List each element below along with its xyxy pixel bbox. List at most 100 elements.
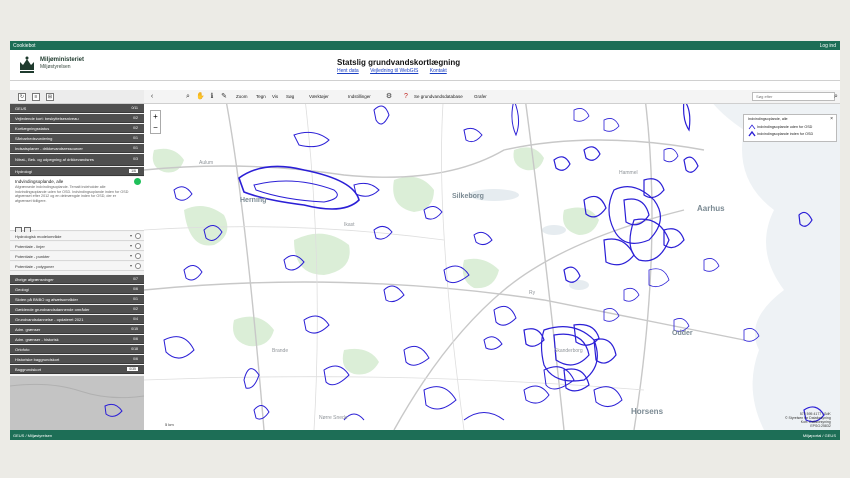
layer-active-toggle[interactable] [134,178,141,185]
tool-graphs[interactable]: Grafer [474,94,487,99]
town-label: Hammel [619,170,638,176]
layer-group-row[interactable]: Sårbarhedsvurdering 0/1 [10,134,144,143]
chevron-down-icon: ▾ [129,243,132,248]
city-label-aarhus: Aarhus [697,204,725,213]
town-label: Ikast [344,222,355,228]
city-label-silkeborg: Silkeborg [452,193,484,200]
town-label: Ry [529,290,536,296]
tool-search[interactable]: Søg [286,94,294,99]
expand-icon[interactable]: ⊞ [46,93,54,101]
legend-item-inside-osd: Indvindingsoplande inden for OSD [757,132,814,136]
info-icon[interactable]: ℹ [208,93,216,101]
map-layer [143,89,840,431]
help-icon[interactable]: ? [402,93,410,101]
search-input[interactable]: Søg efter [752,92,835,101]
legend-title: Indvindingsoplande, alle [748,117,788,121]
app-window: Cookiebot Log ind Miljøministeriet Miljø… [10,41,840,440]
map-attribution: 575 595 4177 / SdK © Styrelsen for Dataf… [785,412,831,428]
layer-group-row[interactable]: Øvrige afgrænsninger 0/7 [10,275,144,284]
layer-group-row[interactable]: Baggrundskort 0/35 [10,365,144,374]
overview-map-layer [10,376,145,430]
search-icon[interactable]: ⌕ [832,93,840,101]
layer-toggle[interactable] [135,263,141,269]
org-name: Miljøministeriet [40,57,85,63]
layer-group-row[interactable]: Historiske baggrundskort 0/6 [10,355,144,364]
refresh-icon[interactable]: ↻ [18,93,26,101]
legend-line-icon [748,124,756,130]
layer-group-row[interactable]: Nitrat-, Bek. og udpegning af drikkevand… [10,154,144,166]
header: Miljøministeriet Miljøstyrelsen Statslig… [10,50,840,81]
tool-groundwater-db[interactable]: Se grundvandsdatabase [414,94,463,99]
layer-group-row[interactable]: Grundvandsdannelse - opdateret 2021 0/4 [10,315,144,324]
zoom-out-button[interactable]: − [151,122,160,133]
layer-group-row[interactable]: Adm. grænser 0/15 [10,325,144,334]
layer-group-row[interactable]: Geologi 0/6 [10,285,144,294]
page-title: Statslig grundvandskortlægning [337,58,461,67]
town-label: Aulum [199,160,214,166]
legend-line-icon [748,131,756,137]
close-icon[interactable]: × [830,116,833,122]
map-toolbar: ‹ ⌕ ✋ ℹ ✎ Zoom Tegn Vis Søg Værktøjer In… [144,90,840,104]
tool-tools[interactable]: Værktøjer [309,94,329,99]
crown-logo-icon [20,56,34,73]
city-label-odder: Odder [672,330,693,337]
layer-group-row[interactable]: Indsatsplaner - drikkevandsressourcer 0/1 [10,144,144,153]
header-links: Hent data Vejledning til WebGIS Kontakt [337,68,457,74]
draw-pen-icon[interactable]: ✎ [220,93,228,101]
footer-right: Miljøportal / GEUS [802,433,836,438]
layer-group-row[interactable]: Adm. grænser - historisk 0/6 [10,335,144,344]
layer-description: Afgrænsede indvindingsoplande. Temalt in… [15,185,129,203]
tool-view[interactable]: Vis [272,94,278,99]
layer-group-row[interactable]: GEUS 0/11 [10,104,144,113]
tool-settings[interactable]: Indstillinger [348,94,371,99]
chevron-down-icon: ▾ [129,263,132,268]
layer-group-row[interactable]: Gældende grundvandsdannende områder 0/2 [10,305,144,314]
city-label-herning: Herning [240,197,267,204]
town-label: Brande [272,348,289,354]
layer-group-row[interactable]: Vejledende kort: beskyttelsesniveau 0/2 [10,114,144,123]
legend-item-outside-osd: Indvindingsoplande uden for OSD [757,125,813,129]
layer-panel-toolbar: ↻ ≡ ⊞ [10,90,144,104]
cookie-link[interactable]: Cookiebot [13,43,36,49]
town-label: Skanderborg [554,348,583,354]
layer-group-row[interactable]: Kortlægningsstatus 0/2 [10,124,144,133]
chevron-left-icon[interactable]: ‹ [148,93,156,101]
footer: GEUS / Miljøstyrelsen Miljøportal / GEUS [10,430,840,440]
chevron-down-icon: ▾ [129,253,132,258]
layer-row[interactable]: Potentiale - polygoner ▾ [10,262,144,271]
download-data-link[interactable]: Hent data [337,68,359,74]
layer-row[interactable]: Potentiale - linjer ▾ [10,242,144,251]
tool-zoom[interactable]: Zoom [236,94,248,99]
zoom-control: + − [150,110,161,134]
layer-detail-panel: Indvindingsoplande, alle Afgrænsede indv… [10,177,144,234]
layer-group-row[interactable]: Ortofoto 0/18 [10,345,144,354]
pan-hand-icon[interactable]: ✋ [196,93,205,101]
layer-group-row[interactable]: Sloten på BNBO og afsætsområder 0/1 [10,295,144,304]
zoom-in-button[interactable]: + [151,111,160,122]
layer-row[interactable]: Potentiale - punkter ▾ [10,252,144,261]
guide-link[interactable]: Vejledning til WebGIS [370,68,418,74]
chevron-down-icon: ▾ [129,233,132,238]
zoom-icon[interactable]: ⌕ [184,93,192,101]
layer-toggle[interactable] [135,243,141,249]
city-label-horsens: Horsens [631,407,664,416]
overview-map[interactable] [10,376,145,430]
layer-toggle[interactable] [135,233,141,239]
layer-panel: ↻ ≡ ⊞ GEUS 0/11 Vejledende kort: beskytte… [10,90,145,430]
layer-group-row-hydrologi[interactable]: Hydrologi 1/6 [10,167,144,176]
layer-title: Indvindingsoplande, alle [15,179,64,184]
list-icon[interactable]: ≡ [32,93,40,101]
layer-row[interactable]: Hydrologisk modelområde ▾ [10,232,144,241]
town-label: Nørre Snede [319,415,348,421]
layer-toggle[interactable] [135,253,141,259]
contact-link[interactable]: Kontakt [430,68,447,74]
login-link[interactable]: Log ind [820,43,836,49]
map-legend: Indvindingsoplande, alle × Indvindingsop… [743,114,837,142]
map-canvas[interactable]: Silkeborg Aarhus Horsens Odder Herning A… [143,89,840,431]
suborg-name: Miljøstyrelsen [40,64,71,70]
tool-draw[interactable]: Tegn [256,94,266,99]
top-bar: Cookiebot Log ind [10,41,840,50]
footer-left: GEUS / Miljøstyrelsen [13,433,53,438]
gear-icon[interactable]: ⚙ [385,93,393,101]
scale-bar: 5 km [165,422,174,427]
